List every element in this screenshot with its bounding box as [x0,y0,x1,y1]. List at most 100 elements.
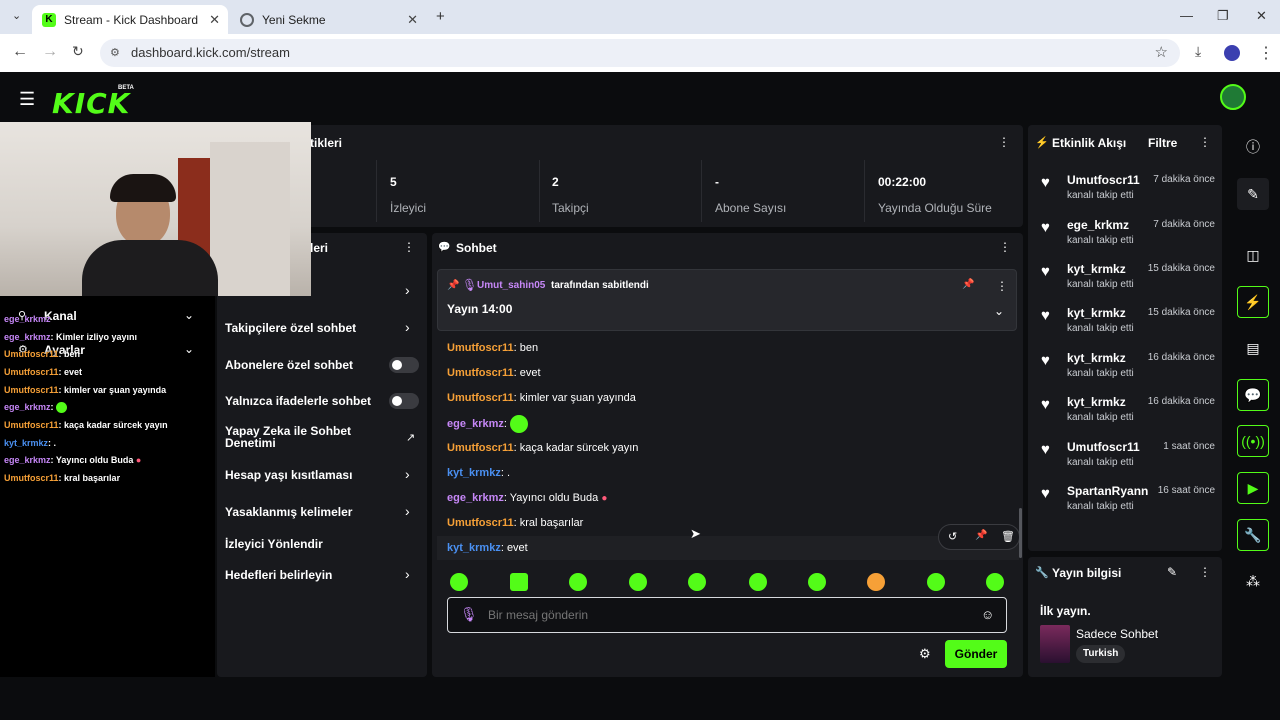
browser-menu-icon[interactable]: ⋮ [1258,43,1274,63]
subscribers-only-toggle[interactable] [389,357,419,373]
settings-menu-icon[interactable]: ⋮ [403,240,415,254]
lightning-panel-icon[interactable]: ⚡ [1237,286,1269,318]
stats-menu-icon[interactable]: ⋮ [998,135,1010,149]
close-tab-icon[interactable]: ✕ [209,12,220,28]
tab-list-icon[interactable]: ⌄ [12,9,21,22]
activity-menu-icon[interactable]: ⋮ [1199,135,1211,149]
setting-account-age[interactable]: Hesap yaşı kısıtlaması [225,468,352,482]
wrench-tool-icon[interactable]: 🔧 [1237,519,1269,551]
chevron-down-icon[interactable]: ⌄ [184,342,194,356]
kick-logo[interactable]: KICK [52,87,130,120]
category-name[interactable]: Sadece Sohbet [1076,627,1158,641]
chevron-down-icon[interactable]: ⌄ [184,308,194,322]
chevron-down-icon[interactable]: ⌄ [994,304,1004,318]
unpin-icon[interactable]: 📌 [962,279,974,290]
document-icon[interactable]: ▤ [1237,332,1269,364]
chat-message[interactable]: ege_krkmz: Yayıncı oldu Buda ● [447,492,607,504]
chevron-right-icon[interactable]: › [405,319,410,335]
emote-icon[interactable] [450,573,468,591]
emote-icon[interactable] [986,573,1004,591]
new-tab-icon[interactable]: + [436,8,445,25]
followers-count: 2 [552,175,559,189]
delete-icon[interactable]: 🗑 [1001,530,1015,543]
chat-message[interactable]: Umutfoscr11: kimler var şuan yayında [447,392,636,404]
profile-avatar[interactable] [1224,45,1240,61]
send-button[interactable]: Gönder [945,640,1007,668]
chat-message[interactable]: Umutfoscr11: kaça kadar sürcek yayın [447,442,638,454]
url-field[interactable]: ⚙ dashboard.kick.com/stream ☆ [100,39,1180,67]
chevron-right-icon[interactable]: › [405,282,410,298]
emote-icon[interactable] [510,573,528,591]
forward-icon[interactable]: → [42,43,58,61]
chat-menu-icon[interactable]: ⋮ [999,240,1011,254]
heart-icon: ♥ [1041,263,1050,280]
tab-title: Yeni Sekme [262,12,326,27]
back-icon[interactable]: ← [12,43,28,61]
message-input-box[interactable]: 🎙 ☺ [447,597,1007,633]
reload-icon[interactable]: ↻ [72,43,84,60]
setting-followers-only[interactable]: Takipçilere özel sohbet [225,321,356,335]
setting-raid[interactable]: İzleyici Yönlendir [225,537,323,551]
chevron-right-icon[interactable]: › [405,503,410,519]
emote-icon[interactable] [867,573,885,591]
tab-kick-dashboard[interactable]: K Stream - Kick Dashboard ✕ [32,5,228,34]
emote-icon[interactable] [688,573,706,591]
site-info-icon[interactable]: ⚙ [110,39,120,67]
chat-message[interactable]: kyt_krmkz: . [447,467,510,479]
pinned-menu-icon[interactable]: ⋮ [996,279,1008,293]
screen-capture-icon[interactable]: ◫ [1237,239,1269,271]
tab-title: Stream - Kick Dashboard [64,12,199,27]
chat-message[interactable]: Umutfoscr11: ben [447,342,538,354]
maximize-icon[interactable]: ❐ [1217,8,1229,24]
broadcast-icon[interactable]: ((•)) [1237,425,1269,457]
emote-icon[interactable] [808,573,826,591]
bookmark-star-icon[interactable]: ☆ [1155,39,1168,67]
hamburger-menu-icon[interactable]: ☰ [19,89,35,110]
uptime-value: 00:22:00 [878,175,927,189]
emote-icon[interactable] [569,573,587,591]
setting-banned-words[interactable]: Yasaklanmış kelimeler [225,505,352,519]
edit-icon[interactable]: ✎ [1167,565,1177,579]
chat-message[interactable]: ege_krkmz: [447,415,528,433]
pinned-by-user: Umut_sahin05 [477,280,546,291]
message-input[interactable] [488,604,968,626]
emotes-only-toggle[interactable] [389,393,419,409]
user-avatar[interactable] [1220,84,1246,110]
setting-ai-moderation[interactable]: Yapay Zeka ile Sohbet Denetimi [225,425,375,449]
window-close-icon[interactable]: ✕ [1256,8,1267,24]
external-link-icon[interactable]: ↗ [406,431,415,444]
filter-button[interactable]: Filtre [1148,136,1177,150]
minimize-icon[interactable]: — [1180,8,1193,23]
connections-icon[interactable]: ⁂ [1237,565,1269,597]
setting-goals[interactable]: Hedefleri belirleyin [225,568,332,582]
chat-scrollbar[interactable] [1019,508,1022,558]
overlay-chat-line: Umutfoscr11: ben [4,349,81,359]
chat-panel-icon[interactable]: 💬 [1237,379,1269,411]
download-icon[interactable]: ⤓ [1195,43,1201,60]
heart-icon: ♥ [1041,352,1050,369]
stream-info-panel: 🔧 Yayın bilgisi ✎ ⋮ İlk yayın. Sadece So… [1028,557,1222,677]
edit-pencil-icon[interactable]: ✎ [1237,178,1269,210]
pin-message-icon[interactable]: 📌 [975,530,987,541]
chat-message[interactable]: Umutfoscr11: evet [447,367,541,379]
stream-info-menu-icon[interactable]: ⋮ [1199,565,1211,579]
chat-message[interactable]: kyt_krmkz: evet [447,542,528,554]
chevron-right-icon[interactable]: › [405,566,410,582]
emote-icon[interactable] [749,573,767,591]
chat-settings-gear-icon[interactable]: ⚙ [919,646,931,662]
heart-icon: ♥ [1041,307,1050,324]
emote-icon[interactable] [927,573,945,591]
info-icon[interactable]: ⓘ [1237,131,1269,163]
language-tag[interactable]: Turkish [1076,645,1126,663]
stream-info-title: Yayın bilgisi [1052,566,1122,580]
video-icon[interactable]: ▶ [1237,472,1269,504]
reply-icon[interactable]: ↺ [948,530,957,543]
chevron-right-icon[interactable]: › [405,466,410,482]
category-thumbnail[interactable] [1040,625,1070,663]
emote-icon [56,402,68,414]
emoji-picker-icon[interactable]: ☺ [981,607,994,622]
close-tab-icon[interactable]: ✕ [407,12,418,28]
tab-new-tab[interactable]: Yeni Sekme ✕ [230,5,426,34]
emote-icon[interactable] [629,573,647,591]
chat-message[interactable]: Umutfoscr11: kral başarılar [447,517,583,529]
